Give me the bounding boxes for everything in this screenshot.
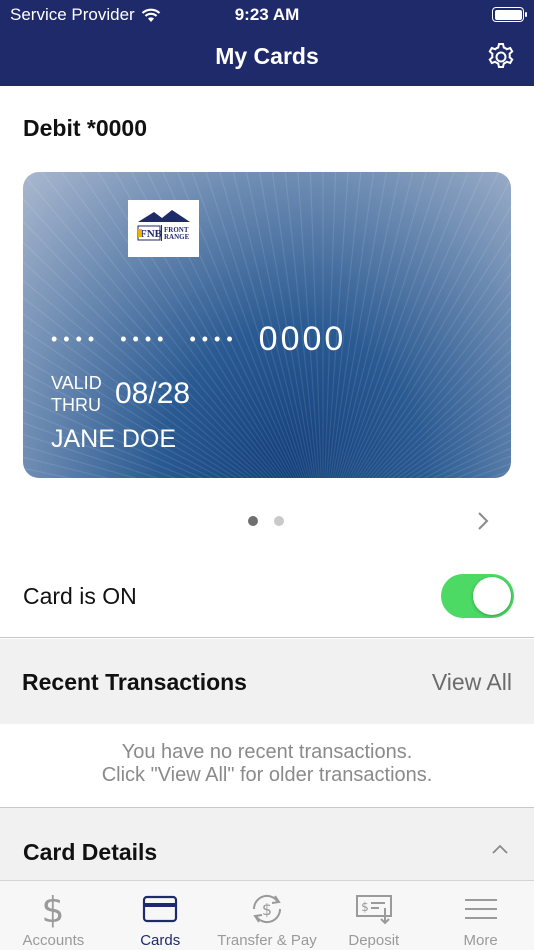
menu-icon [461, 889, 501, 929]
dollar-icon: $ [33, 889, 73, 929]
card-expiry: 08/28 [115, 377, 191, 410]
card-number-group-2: •••• [120, 329, 170, 349]
svg-text:$: $ [361, 900, 369, 914]
card-last-four: 0000 [258, 320, 347, 358]
card-holder-name: JANE DOE [51, 425, 177, 453]
card-ray [509, 477, 511, 478]
bank-logo: FNB FRONT RANGE [128, 200, 199, 257]
deposit-icon: $ [354, 889, 394, 929]
card-on-toggle[interactable] [441, 574, 514, 618]
status-time: 9:23 AM [234, 5, 300, 24]
toggle-knob [473, 577, 511, 615]
chevron-right-icon[interactable] [476, 510, 490, 532]
svg-text:FNB: FNB [140, 228, 163, 240]
card-section-title: Debit *0000 [23, 115, 148, 141]
card-icon [140, 889, 180, 929]
debit-card-image[interactable]: FNB FRONT RANGE •••• •••• •••• 0000 VALI… [23, 172, 511, 478]
tab-accounts[interactable]: $ Accounts [0, 881, 107, 950]
gear-icon[interactable] [486, 42, 516, 72]
card-number-group-1: •••• [51, 329, 101, 349]
card-toggle-row: Card is ON [0, 570, 534, 638]
battery-icon [492, 7, 527, 22]
tab-cards[interactable]: Cards [107, 881, 214, 950]
card-toggle-label: Card is ON [23, 583, 137, 609]
empty-message-line-2: Click "View All" for older transactions. [101, 764, 433, 786]
valid-thru-label: VALID THRU [51, 372, 102, 416]
card-details-header[interactable]: Card Details [0, 808, 534, 880]
card-ray [335, 172, 414, 478]
tab-label-cards: Cards [140, 932, 181, 949]
card-number: •••• •••• •••• 0000 [51, 320, 346, 359]
pager-dot-1[interactable] [248, 516, 258, 526]
card-number-group-3: •••• [189, 329, 239, 349]
tab-label-accounts: Accounts [22, 932, 85, 949]
recent-transactions-title: Recent Transactions [22, 669, 247, 695]
svg-text:RANGE: RANGE [164, 233, 190, 241]
tab-bar: $ Accounts Cards $ Transfer & Pay $ Depo… [0, 880, 534, 950]
transfer-icon: $ [247, 889, 287, 929]
tab-label-transfer-pay: Transfer & Pay [217, 932, 317, 949]
tab-deposit[interactable]: $ Deposit [320, 881, 427, 950]
view-all-link[interactable]: View All [432, 669, 512, 696]
empty-transactions-message: You have no recent transactions. Click "… [0, 724, 534, 808]
card-pager[interactable] [248, 516, 284, 526]
tab-label-deposit: Deposit [348, 932, 400, 949]
tab-more[interactable]: More [427, 881, 534, 950]
tab-label-more: More [463, 932, 498, 949]
page-title: My Cards [215, 43, 319, 69]
svg-text:$: $ [42, 890, 65, 928]
status-bar: Service Provider 9:23 AM [0, 0, 534, 30]
empty-message-line-1: You have no recent transactions. [121, 741, 413, 763]
svg-text:$: $ [262, 900, 272, 919]
recent-transactions-header: Recent Transactions View All [0, 639, 534, 724]
pager-dot-2[interactable] [274, 516, 284, 526]
bank-logo-mark: FNB FRONT RANGE [137, 209, 190, 241]
tab-transfer-pay[interactable]: $ Transfer & Pay [214, 881, 321, 950]
top-navigation-bar: Service Provider 9:23 AM My Cards [0, 0, 534, 86]
card-details-title: Card Details [23, 839, 158, 865]
valid-label: VALID [51, 373, 102, 393]
chevron-up-icon[interactable] [492, 844, 508, 854]
thru-label: THRU [51, 395, 101, 415]
